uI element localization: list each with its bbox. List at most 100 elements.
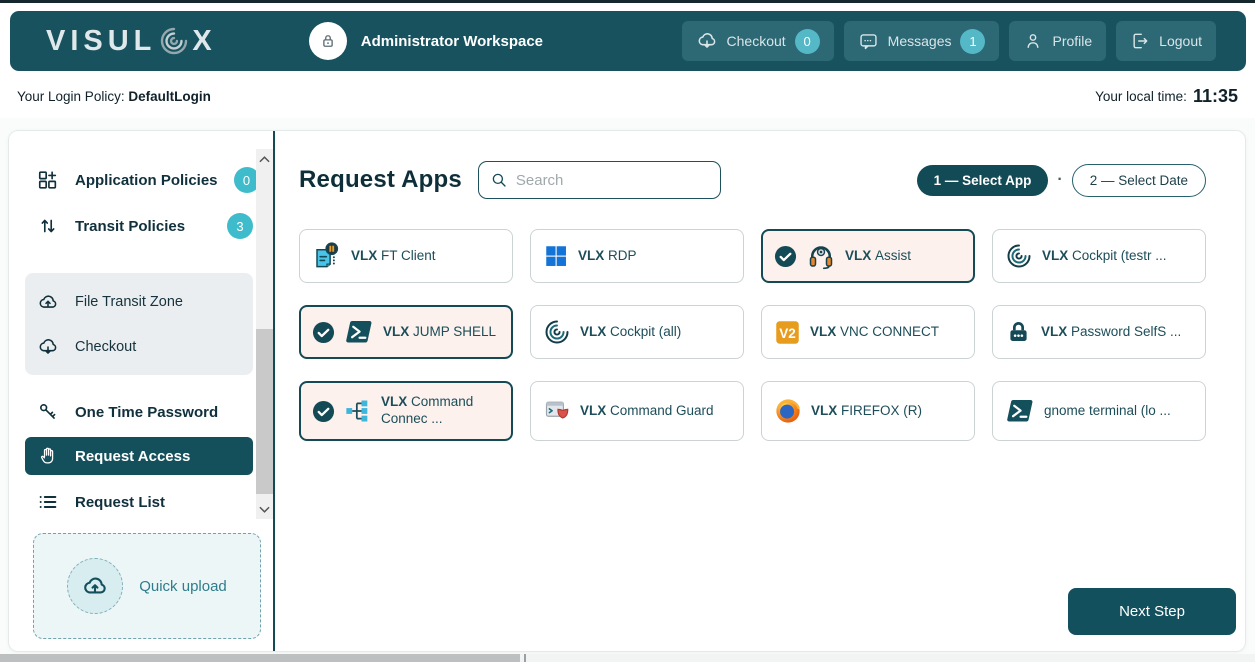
app-card-vlx-cockpit-testr[interactable]: VLX Cockpit (testr ...: [992, 229, 1206, 283]
app-label-prefix: VLX: [351, 248, 381, 263]
app-label-name: VNC CONNECT: [840, 324, 939, 339]
messages-count-badge: 1: [960, 29, 985, 54]
quick-upload-label: Quick upload: [139, 578, 227, 595]
app-card-vlx-vnc-connect[interactable]: V2 VLX VNC CONNECT: [761, 305, 975, 359]
app-label-prefix: VLX: [810, 324, 840, 339]
app-label-name: Assist: [875, 248, 911, 263]
app-label-name: Password SelfS ...: [1071, 324, 1181, 339]
login-policy-label: Your Login Policy:: [17, 89, 125, 104]
app-label-prefix: VLX: [580, 324, 610, 339]
app-label-prefix: VLX: [811, 403, 841, 418]
content-header: Request Apps 1 — Select App·2 — Select D…: [299, 161, 1206, 199]
upload-cloud-icon: [67, 558, 123, 614]
checkout-button[interactable]: Checkout0: [682, 21, 834, 61]
person-icon: [1023, 31, 1043, 51]
logout-icon: [1130, 31, 1150, 51]
quick-upload-dropzone[interactable]: Quick upload: [33, 533, 261, 639]
arrows-updown-icon: [37, 215, 59, 237]
tree-icon: [344, 397, 372, 425]
logout-button[interactable]: Logout: [1116, 21, 1216, 61]
app-label-prefix: VLX: [383, 324, 413, 339]
transit-policies-count-badge: 3: [227, 213, 253, 239]
app-label-prefix: VLX: [578, 248, 608, 263]
vnc-icon: V2: [774, 319, 801, 346]
guard-icon: [543, 397, 571, 425]
messages-button[interactable]: Messages 1: [844, 21, 1000, 61]
app-card-vlx-command-connect[interactable]: VLX Command Connec ...: [299, 381, 513, 441]
app-card-vlx-ft-client[interactable]: VLX FT Client: [299, 229, 513, 283]
sidebar-item-label: Transit Policies: [75, 218, 185, 235]
sidebar-item-label: File Transit Zone: [75, 294, 183, 310]
app-card-vlx-assist[interactable]: VLX Assist: [761, 229, 975, 283]
sidebar-item-label: Request List: [75, 494, 165, 511]
app-label-name: Cockpit (all): [610, 324, 681, 339]
app-label-name: Cockpit (testr ...: [1072, 248, 1167, 263]
sidebar-item-one-time-password[interactable]: One Time Password: [25, 389, 253, 435]
workspace-lock-icon: [309, 22, 347, 60]
shell-icon: [1005, 398, 1035, 424]
app-label-prefix: VLX: [1042, 248, 1072, 263]
sidebar-item-transit-policies[interactable]: Transit Policies 3: [25, 203, 253, 249]
step-pill-2[interactable]: 2 — Select Date: [1072, 164, 1206, 197]
scroll-up-icon[interactable]: [256, 149, 273, 169]
checkout-label: Checkout: [727, 33, 786, 49]
profile-button[interactable]: Profile: [1009, 21, 1106, 61]
sidebar-item-request-list[interactable]: Request List: [25, 479, 253, 525]
app-card-label: VLX Command Connec ...: [381, 394, 504, 428]
main-panel: Application Policies0 Transit Policies 3 Fi…: [8, 130, 1246, 652]
sidebar-items: Application Policies0 Transit Policies 3 Fi…: [25, 157, 273, 525]
svg-text:V2: V2: [779, 325, 796, 340]
sidebar-item-file-transit-zone[interactable]: File Transit Zone: [25, 279, 253, 324]
search-box[interactable]: [478, 161, 721, 199]
content-area: Request Apps 1 — Select App·2 — Select D…: [275, 131, 1246, 651]
app-card-label: VLX Assist: [845, 248, 911, 265]
app-card-vlx-rdp[interactable]: VLX RDP: [530, 229, 744, 283]
sidebar: Application Policies0 Transit Policies 3 Fi…: [9, 131, 275, 651]
app-card-vlx-jump-shell[interactable]: VLX JUMP SHELL: [299, 305, 513, 359]
sidebar-item-request-access[interactable]: Request Access: [25, 437, 253, 475]
horizontal-scrollbar-thumb[interactable]: [0, 654, 520, 662]
step-pill-1[interactable]: 1 — Select App: [917, 165, 1049, 196]
scroll-down-icon[interactable]: [256, 499, 273, 519]
scrollbar-track[interactable]: [256, 169, 273, 499]
app-card-label: VLX JUMP SHELL: [383, 324, 496, 341]
rdp-icon: [543, 243, 569, 269]
app-card-label: VLX Cockpit (all): [580, 324, 681, 341]
selected-check-icon: [774, 245, 797, 268]
steps-separator: ·: [1057, 171, 1062, 189]
app-card-vlx-cockpit-all[interactable]: VLX Cockpit (all): [530, 305, 744, 359]
app-card-label: VLX FIREFOX (R): [811, 403, 922, 420]
login-policy: Your Login Policy: DefaultLogin: [17, 89, 211, 104]
cloud-down-icon: [37, 336, 59, 358]
profile-label: Profile: [1052, 33, 1092, 49]
app-card-vlx-firefox[interactable]: VLX FIREFOX (R): [761, 381, 975, 441]
app-card-gnome-terminal[interactable]: gnome terminal (lo ...: [992, 381, 1206, 441]
sidebar-scrollbar[interactable]: [256, 149, 273, 519]
app-label-prefix: VLX: [580, 403, 610, 418]
sidebar-item-checkout[interactable]: Checkout: [25, 324, 253, 369]
app-card-vlx-password-selfs[interactable]: VLX Password SelfS ...: [992, 305, 1206, 359]
search-input[interactable]: [516, 172, 709, 189]
hand-icon: [37, 445, 59, 467]
scrollbar-thumb[interactable]: [256, 329, 273, 494]
app-card-vlx-command-guard[interactable]: VLX Command Guard: [530, 381, 744, 441]
logout-label: Logout: [1159, 33, 1202, 49]
grid-plus-icon: [37, 169, 59, 191]
window-top-edge: [0, 0, 1255, 3]
cockpit-icon: [1005, 242, 1033, 270]
logo-text-right: X: [192, 25, 216, 58]
app-label-name: FT Client: [381, 248, 436, 263]
horizontal-scrollbar[interactable]: [0, 654, 1255, 662]
workspace-title: Administrator Workspace: [361, 33, 543, 50]
cockpit-icon: [543, 318, 571, 346]
messages-label: Messages: [888, 33, 952, 49]
app-label-name: gnome terminal (lo ...: [1044, 403, 1171, 418]
sidebar-item-label: Application Policies: [75, 172, 218, 189]
top-navbar: VISUL X Administrator Workspace Checkout…: [10, 11, 1246, 71]
sidebar-item-application-policies[interactable]: Application Policies0: [25, 157, 253, 203]
next-step-button[interactable]: Next Step: [1068, 588, 1236, 635]
sidebar-item-label: One Time Password: [75, 404, 218, 421]
app-label-prefix: VLX: [845, 248, 875, 263]
sidebar-group: File Transit Zone Checkout: [25, 273, 253, 375]
app-card-label: VLX RDP: [578, 248, 637, 265]
